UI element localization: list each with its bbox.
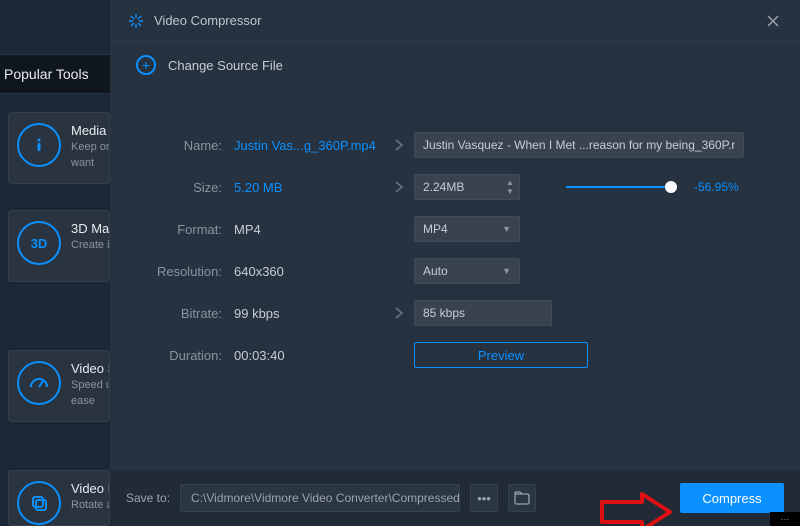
close-button[interactable] xyxy=(764,12,782,30)
bg-tool-sub2: ease xyxy=(71,395,101,408)
bg-tool-title: 3D Mak xyxy=(71,221,101,236)
browse-path-button[interactable]: ••• xyxy=(470,484,498,512)
preview-button[interactable]: Preview xyxy=(414,342,588,368)
corner-widget: ⋯ xyxy=(770,512,800,526)
row-format: Format: MP4 MP4 ▼ xyxy=(128,208,782,250)
modal-title: Video Compressor xyxy=(154,13,764,28)
chevron-down-icon: ▼ xyxy=(502,266,511,276)
open-folder-button[interactable] xyxy=(508,484,536,512)
size-slider[interactable] xyxy=(566,180,676,194)
bg-tool-sub: Rotate and flip the video as you live xyxy=(71,499,101,512)
save-path-box[interactable]: C:\Vidmore\Vidmore Video Converter\Compr… xyxy=(180,484,460,512)
chevron-right-icon xyxy=(384,181,414,193)
row-bitrate: Bitrate: 99 kbps 85 kbps xyxy=(128,292,782,334)
format-select[interactable]: MP4 ▼ xyxy=(414,216,520,242)
row-resolution: Resolution: 640x360 Auto ▼ xyxy=(128,250,782,292)
bg-tool-title: Video S xyxy=(71,361,101,376)
compress-button[interactable]: Compress xyxy=(680,483,784,513)
src-size: 5.20 MB xyxy=(234,180,384,195)
label-format: Format: xyxy=(128,222,234,237)
bg-tool-title: Media I xyxy=(71,123,101,138)
change-source-label: Change Source File xyxy=(168,58,283,73)
stepper-up-icon[interactable]: ▲ xyxy=(505,179,515,187)
compress-label: Compress xyxy=(702,491,761,506)
output-size-value: 2.24MB xyxy=(423,180,464,194)
src-duration: 00:03:40 xyxy=(234,348,384,363)
change-source-row[interactable]: + Change Source File xyxy=(110,42,800,88)
bg-tool-sub: Create i xyxy=(71,239,101,252)
modal-titlebar: Video Compressor xyxy=(110,0,800,42)
bg-section-header: Popular Tools xyxy=(0,54,110,94)
bg-tool-sub2: want xyxy=(71,157,101,170)
save-to-label: Save to: xyxy=(126,491,170,505)
output-bitrate-value: 85 kbps xyxy=(423,306,465,320)
output-name-input[interactable] xyxy=(414,132,744,158)
compressor-logo-icon xyxy=(128,13,144,29)
3d-icon: 3D xyxy=(17,221,61,265)
label-bitrate: Bitrate: xyxy=(128,306,234,321)
ellipsis-icon: ••• xyxy=(477,491,491,506)
src-resolution: 640x360 xyxy=(234,264,384,279)
plus-icon: + xyxy=(136,55,156,75)
close-icon xyxy=(766,14,780,28)
bg-section-title: Popular Tools xyxy=(4,66,89,82)
form-area: Name: Justin Vas...g_360P.mp4 Size: 5.20… xyxy=(110,88,800,386)
src-name: Justin Vas...g_360P.mp4 xyxy=(234,138,384,153)
row-duration: Duration: 00:03:40 Preview xyxy=(128,334,782,376)
gauge-icon xyxy=(17,361,61,405)
label-name: Name: xyxy=(128,138,234,153)
bg-tool-3d[interactable]: 3D 3D Mak Create i xyxy=(8,210,110,282)
chevron-down-icon: ▼ xyxy=(502,224,511,234)
save-path-text: C:\Vidmore\Vidmore Video Converter\Compr… xyxy=(191,491,460,505)
info-icon xyxy=(17,123,61,167)
chevron-right-icon xyxy=(384,139,414,151)
label-duration: Duration: xyxy=(128,348,234,363)
chevron-right-icon xyxy=(384,307,414,319)
resolution-select[interactable]: Auto ▼ xyxy=(414,258,520,284)
bg-tool-rotate[interactable]: Video I Rotate and flip the video as you… xyxy=(8,470,110,526)
row-name: Name: Justin Vas...g_360P.mp4 xyxy=(128,124,782,166)
compressor-modal: Video Compressor + Change Source File Na… xyxy=(110,0,800,526)
slider-thumb[interactable] xyxy=(665,181,677,193)
preview-label: Preview xyxy=(478,348,524,363)
bg-tool-sub: Keep or xyxy=(71,141,101,154)
modal-footer: Save to: C:\Vidmore\Vidmore Video Conver… xyxy=(110,470,800,526)
label-size: Size: xyxy=(128,180,234,195)
folder-icon xyxy=(514,491,530,505)
row-size: Size: 5.20 MB 2.24MB ▲ ▼ xyxy=(128,166,782,208)
size-reduction-pct: -56.95% xyxy=(694,180,739,194)
label-resolution: Resolution: xyxy=(128,264,234,279)
annotation-arrow-icon xyxy=(598,492,674,526)
output-size-stepper[interactable]: 2.24MB ▲ ▼ xyxy=(414,174,520,200)
bg-tool-sub: Speed u xyxy=(71,379,101,392)
bg-tool-media[interactable]: Media I Keep or want xyxy=(8,112,110,184)
src-bitrate: 99 kbps xyxy=(234,306,384,321)
resolution-selected: Auto xyxy=(423,264,448,278)
slider-fill xyxy=(566,186,671,188)
output-bitrate-box: 85 kbps xyxy=(414,300,552,326)
stepper-down-icon[interactable]: ▼ xyxy=(505,188,515,196)
rotate-icon xyxy=(17,481,61,525)
bg-tool-title: Video I xyxy=(71,481,101,496)
format-selected: MP4 xyxy=(423,222,448,236)
src-format: MP4 xyxy=(234,222,384,237)
bg-tool-speed[interactable]: Video S Speed u ease xyxy=(8,350,110,422)
